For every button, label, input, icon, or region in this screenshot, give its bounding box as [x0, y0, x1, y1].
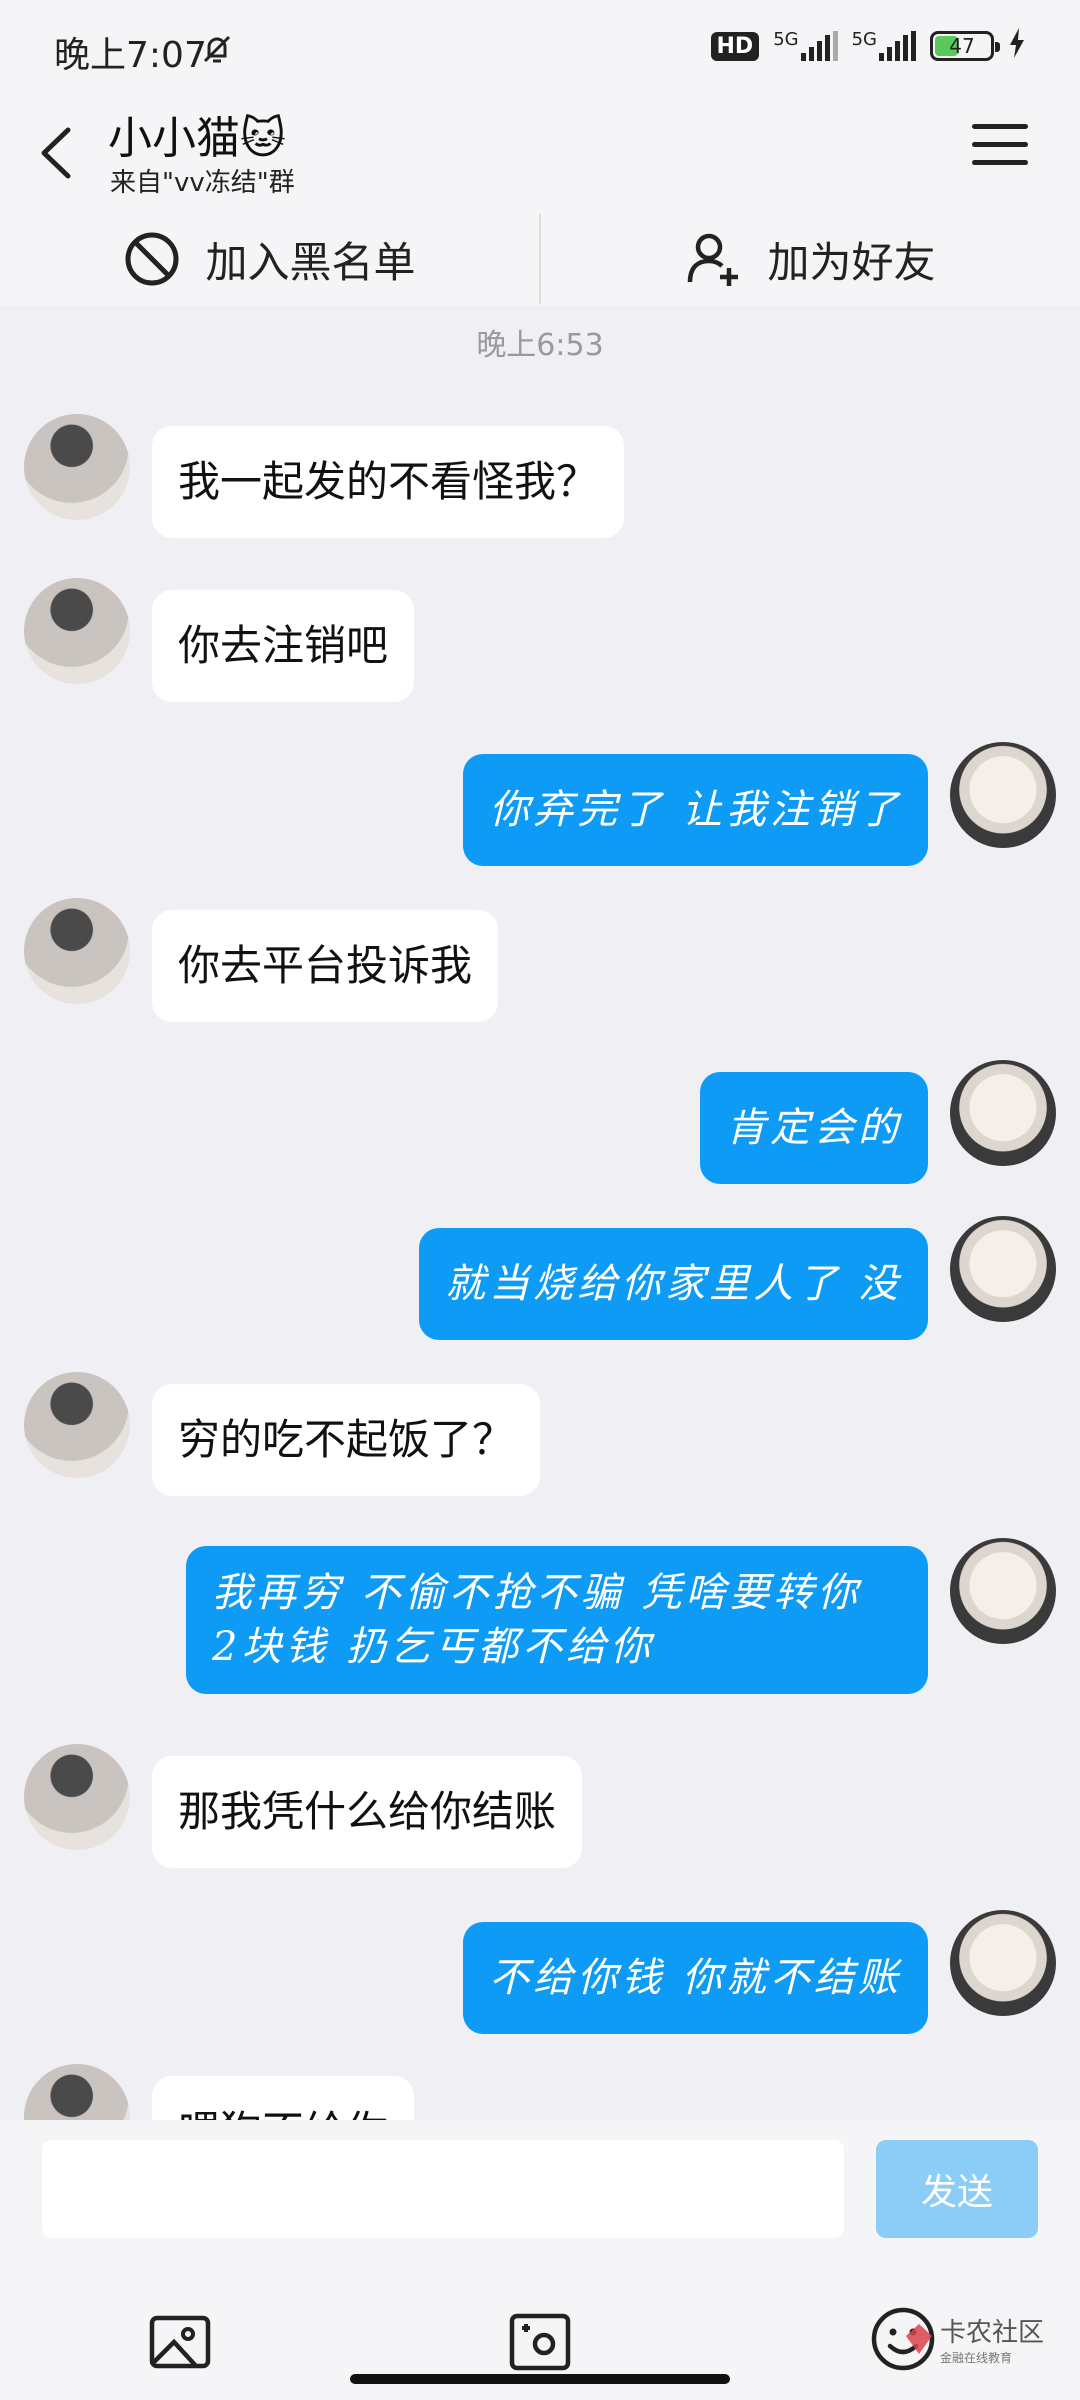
back-button[interactable] [30, 118, 90, 188]
incoming-message[interactable]: 喂狗不给你 [152, 2076, 415, 2120]
hamburger-icon [972, 124, 1028, 165]
input-bar: 发送 卡农社区 金融在线教育 [0, 2120, 1080, 2400]
network-type-2: 5G [851, 29, 877, 50]
signal-2-icon: 5G [852, 31, 916, 61]
block-button[interactable]: 加入黑名单 [0, 212, 539, 306]
home-indicator[interactable] [350, 2374, 730, 2384]
outgoing-message[interactable]: 你弃完了 让我注销了 [463, 754, 928, 866]
my-avatar[interactable] [950, 1538, 1056, 1644]
add-user-icon [688, 233, 739, 286]
chat-timestamp: 晚上6:53 [476, 328, 604, 363]
incoming-message[interactable]: 我一起发的不看怪我？ [152, 426, 625, 538]
chat-messages[interactable]: 晚上6:53 我一起发的不看怪我？ 你去注销吧 你弃完了 让我注销了 你去平台投… [0, 306, 1080, 2120]
outgoing-message[interactable]: 就当烧给你家里人了 没 [419, 1228, 928, 1340]
chevron-left-icon [41, 127, 71, 179]
battery-icon: 47 [930, 31, 1000, 61]
contact-avatar[interactable] [24, 1372, 130, 1478]
action-bar: 加入黑名单 加为好友 [0, 212, 1080, 306]
contact-source: 来自"vv冻结"群 [110, 168, 295, 198]
contact-name: 小小猫🐱 [108, 113, 286, 164]
mute-icon [200, 32, 234, 70]
status-icons: HD 5G 5G 47 [710, 28, 1027, 64]
incoming-message[interactable]: 你去平台投诉我 [152, 910, 499, 1022]
add-friend-button[interactable]: 加为好友 [541, 212, 1080, 306]
watermark-logo-icon [906, 2324, 932, 2354]
incoming-message[interactable]: 你去注销吧 [152, 590, 415, 702]
my-avatar[interactable] [950, 1060, 1056, 1166]
hd-icon: HD [710, 31, 760, 61]
image-icon [149, 2315, 211, 2369]
contact-avatar[interactable] [24, 578, 130, 684]
outgoing-message[interactable]: 不给你钱 你就不结账 [463, 1922, 928, 2034]
incoming-message[interactable]: 穷的吃不起饭了？ [152, 1384, 541, 1496]
send-button[interactable]: 发送 [876, 2140, 1038, 2238]
message-input[interactable] [42, 2140, 844, 2238]
charging-icon [1008, 28, 1026, 64]
status-time: 晚上7:07 [54, 35, 207, 76]
contact-avatar[interactable] [24, 414, 130, 520]
outgoing-message[interactable]: 肯定会的 [700, 1072, 928, 1184]
outgoing-message[interactable]: 我再穷 不偷不抢不骗 凭啥要转你 2块钱 扔乞丐都不给你 [186, 1546, 928, 1694]
watermark: 卡农社区 金融在线教育 [904, 2312, 1044, 2366]
watermark-text: 卡农社区 [940, 2318, 1045, 2348]
status-bar: 晚上7:07 HD 5G 5G 47 [0, 0, 1080, 96]
camera-icon [509, 2313, 571, 2371]
menu-button[interactable] [972, 124, 1028, 180]
camera-button[interactable] [508, 2310, 572, 2374]
image-button[interactable] [148, 2310, 212, 2374]
contact-avatar[interactable] [24, 898, 130, 1004]
my-avatar[interactable] [950, 742, 1056, 848]
signal-1-icon: 5G [773, 29, 838, 61]
block-label: 加入黑名单 [205, 237, 416, 287]
my-avatar[interactable] [950, 1216, 1056, 1322]
add-friend-label: 加为好友 [767, 237, 936, 287]
incoming-message[interactable]: 那我凭什么给你结账 [152, 1756, 583, 1868]
contact-avatar[interactable] [24, 2064, 130, 2120]
network-type-1: 5G [773, 29, 799, 50]
contact-avatar[interactable] [24, 1744, 130, 1850]
watermark-subtext: 金融在线教育 [940, 2351, 1013, 2365]
chat-header: 小小猫🐱 来自"vv冻结"群 [0, 96, 1080, 212]
my-avatar[interactable] [950, 1910, 1056, 2016]
battery-level: 47 [949, 34, 975, 58]
block-icon [125, 232, 179, 286]
